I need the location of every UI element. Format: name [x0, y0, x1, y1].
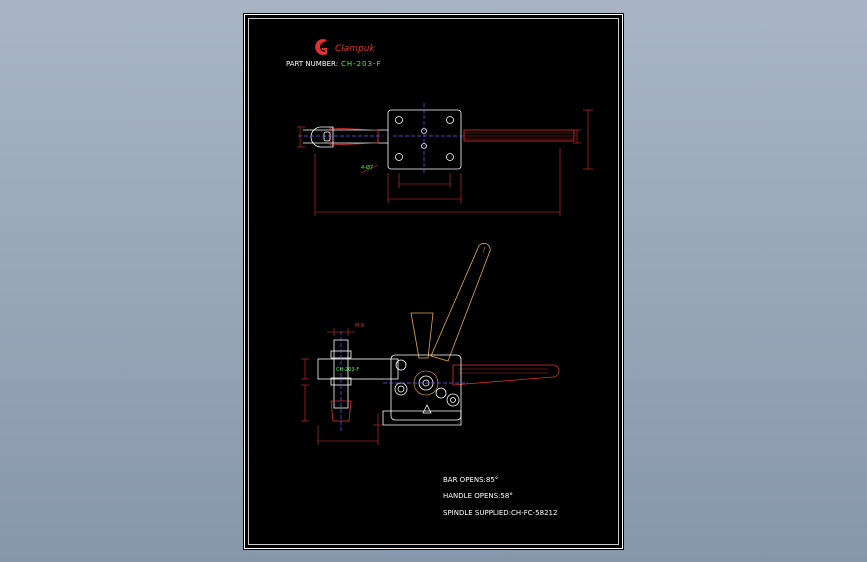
cad-drawing: Clampuk PART NUMBER: CH-203-F 4-Ø7 CH-20…: [244, 14, 623, 549]
clamp-arm: [303, 129, 388, 144]
inner-border: [248, 18, 619, 545]
side-view: CH-203-F M 8: [301, 242, 560, 445]
handle-grip: [463, 129, 575, 142]
handle-lowered: [452, 364, 560, 386]
hole-callout: 4-Ø7: [361, 164, 373, 171]
logo: Clampuk: [315, 39, 375, 55]
outer-border: [244, 14, 623, 549]
logo-text: Clampuk: [335, 44, 375, 54]
note-spindle: SPINDLE SUPPLIED:CH-FC-58212: [443, 509, 557, 517]
arm-slot: [329, 127, 379, 146]
mounting-holes: [395, 116, 454, 161]
top-dimensions: [297, 109, 593, 216]
thread-label: M 8: [355, 323, 364, 329]
part-number-value: CH-203-F: [341, 60, 382, 68]
handle-raised: [430, 242, 491, 362]
side-dimensions: [301, 328, 383, 445]
top-view: 4-Ø7: [297, 103, 593, 216]
part-number-label: PART NUMBER:: [286, 60, 338, 68]
notes: BAR OPENS:85° HANDLE OPENS:58° SPINDLE S…: [443, 476, 557, 517]
logo-mark-icon: [315, 39, 327, 55]
drawing-sheet: Clampuk PART NUMBER: CH-203-F 4-Ø7 CH-20…: [243, 13, 624, 550]
clamp-body: [390, 354, 462, 421]
note-handle-opens: HANDLE OPENS:58°: [443, 492, 513, 500]
centerlines: [298, 103, 463, 175]
note-bar-opens: BAR OPENS:85°: [443, 476, 498, 484]
arm-open: [410, 312, 434, 359]
